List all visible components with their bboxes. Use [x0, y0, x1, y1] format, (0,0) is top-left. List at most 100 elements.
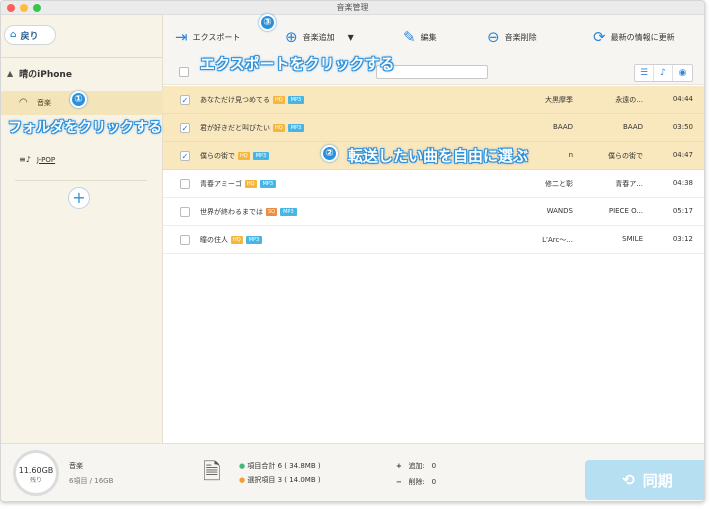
minus-circle-icon: ⊖	[487, 28, 500, 46]
delete-music-button[interactable]: ⊖ 音楽削除	[487, 30, 537, 45]
annotation-step2-text: 転送したい曲を自由に選ぶ	[348, 147, 529, 165]
export-icon: ⇥	[175, 28, 188, 46]
sidebar-divider	[15, 180, 147, 181]
sync-icon: ⟲	[622, 471, 635, 489]
quality-badge: HQ	[273, 124, 285, 132]
export-button[interactable]: ⇥ エクスポート	[175, 30, 240, 45]
add-music-button[interactable]: ⊕ 音楽追加 ▼	[285, 30, 354, 45]
add-count-value: 0	[431, 462, 437, 470]
track-duration: 04:38	[672, 179, 693, 187]
track-duration: 03:50	[672, 123, 693, 131]
back-button[interactable]: ⌂ 戻り	[4, 25, 56, 45]
track-title-cell: 君が好きだと叫びたい HQ MP3	[200, 123, 305, 133]
add-music-button-label: 音楽追加	[302, 33, 335, 42]
annotation-step1-number: ①	[70, 91, 87, 108]
artist-view-icon[interactable]: ♪	[654, 65, 673, 81]
edit-button[interactable]: ✎ 編集	[403, 30, 437, 45]
track-album: SMILE	[622, 235, 643, 243]
format-badge: MP3	[287, 124, 305, 132]
track-title-cell: 青春アミーゴ HQ MP3	[200, 179, 277, 189]
format-badge: MP3	[252, 152, 270, 160]
annotation-step3-number: ③	[259, 14, 276, 31]
refresh-button[interactable]: ⟳ 最新の情報に更新	[593, 30, 675, 45]
annotation-step1-text: フォルダをクリックする	[8, 120, 162, 136]
row-checkbox[interactable]	[180, 207, 190, 217]
refresh-icon: ⟳	[593, 28, 606, 46]
track-duration: 04:47	[672, 151, 693, 159]
device-header[interactable]: ▲ 晴のiPhone	[7, 67, 72, 80]
house-icon: ⌂	[10, 30, 17, 40]
device-name: 晴のiPhone	[19, 70, 72, 80]
selected-items-text: 選択項目 3 ( 14.0MB )	[247, 476, 321, 484]
storage-ring: 11.60GB 残り	[13, 450, 59, 496]
add-playlist-button[interactable]: +	[68, 187, 90, 209]
window-title: 音楽管理	[336, 3, 369, 12]
total-items-text: 項目合計 6 ( 34.8MB )	[247, 462, 321, 470]
track-duration: 05:17	[672, 207, 693, 215]
track-artist: 修二と彰	[545, 180, 573, 188]
track-artist: L'Arc～...	[542, 236, 573, 244]
quality-badge: HQ	[231, 236, 243, 244]
track-artist: WANDS	[546, 207, 573, 215]
table-row[interactable]: 瞳の住人 HQ MP3 L'Arc～... SMILE 03:12	[163, 226, 704, 254]
add-count: + 追加: 0	[396, 462, 437, 470]
chevron-down-icon[interactable]: ▼	[348, 33, 354, 42]
track-title-cell: 世界が終わるまでは SQ MP3	[200, 207, 297, 217]
list-view-icon[interactable]: ☰	[635, 65, 654, 81]
track-album: 僕らの街で	[608, 152, 643, 160]
track-title-cell: 僕らの街で HQ MP3	[200, 151, 270, 161]
track-title-cell: あなただけ見つめてる HQ MP3	[200, 95, 305, 105]
storage-free: 11.60GB	[18, 466, 54, 475]
track-artist: 大黒摩季	[545, 96, 573, 104]
headphones-icon: ◠	[19, 97, 28, 108]
track-album: PIECE O...	[608, 207, 643, 215]
album-view-icon[interactable]: ◉	[673, 65, 692, 81]
track-album: 青春ア...	[615, 180, 643, 188]
edit-button-label: 編集	[420, 33, 437, 42]
quality-badge: HQ	[238, 152, 250, 160]
delete-count: − 削除: 0	[396, 478, 437, 486]
track-title: 瞳の住人	[200, 236, 228, 244]
format-badge: MP3	[280, 208, 297, 216]
export-button-label: エクスポート	[192, 33, 241, 42]
quality-badge: HQ	[273, 96, 285, 104]
document-info-icon: 🗎	[203, 460, 221, 485]
storage-count: 6項目 / 16GB	[69, 477, 114, 485]
track-title: 僕らの街で	[200, 152, 235, 160]
sync-button-label: 同期	[642, 471, 673, 490]
row-checkbox[interactable]	[180, 179, 190, 189]
track-list: ☰ ♪ ◉ ✓ あなただけ見つめてる HQ MP3 大黒摩季 永遠の... 04:44 ✓ 君が…	[163, 59, 704, 443]
track-album: BAAD	[623, 123, 643, 131]
row-checkbox[interactable]: ✓	[180, 95, 190, 105]
track-title: 青春アミーゴ	[200, 180, 242, 188]
row-checkbox[interactable]: ✓	[180, 123, 190, 133]
table-row[interactable]: ✓ あなただけ見つめてる HQ MP3 大黒摩季 永遠の... 04:44	[163, 86, 704, 114]
back-button-label: 戻り	[20, 31, 39, 42]
sidebar-item-jpop[interactable]: ≡♪ J-POP	[19, 155, 55, 164]
row-checkbox[interactable]: ✓	[180, 151, 190, 161]
add-count-label: 追加:	[408, 462, 425, 470]
sidebar: ⌂ 戻り ▲ 晴のiPhone ◠ 音楽 ≡♪ J-POP +	[1, 15, 163, 443]
table-row[interactable]: 世界が終わるまでは SQ MP3 WANDS PIECE O... 05:17	[163, 198, 704, 226]
annotation-step2-number: ②	[321, 145, 338, 162]
track-artist: BAAD	[553, 123, 573, 131]
quality-badge: HQ	[244, 180, 257, 188]
format-badge: MP3	[287, 96, 305, 104]
row-checkbox[interactable]	[180, 235, 190, 245]
select-all-checkbox[interactable]	[179, 67, 189, 77]
total-items: ● 項目合計 6 ( 34.8MB )	[239, 462, 321, 470]
track-duration: 04:44	[672, 95, 693, 103]
track-title: 世界が終わるまでは	[200, 208, 263, 216]
playlist-icon: ≡♪	[19, 155, 31, 164]
table-row[interactable]: ✓ 君が好きだと叫びたい HQ MP3 BAAD BAAD 03:50	[163, 114, 704, 142]
sidebar-item-label: J-POP	[36, 155, 56, 164]
plus-circle-icon: ⊕	[285, 28, 298, 46]
track-title: 君が好きだと叫びたい	[200, 124, 270, 132]
quality-badge: SQ	[266, 208, 278, 216]
status-footer: 11.60GB 残り 音楽 6項目 / 16GB 🗎 ● 項目合計 6 ( 34…	[1, 443, 704, 501]
sync-button[interactable]: ⟲ 同期	[585, 460, 704, 500]
format-badge: MP3	[245, 236, 263, 244]
delete-music-button-label: 音楽削除	[504, 33, 537, 42]
table-row[interactable]: 青春アミーゴ HQ MP3 修二と彰 青春ア... 04:38	[163, 170, 704, 198]
triangle-up-icon: ▲	[7, 69, 14, 78]
